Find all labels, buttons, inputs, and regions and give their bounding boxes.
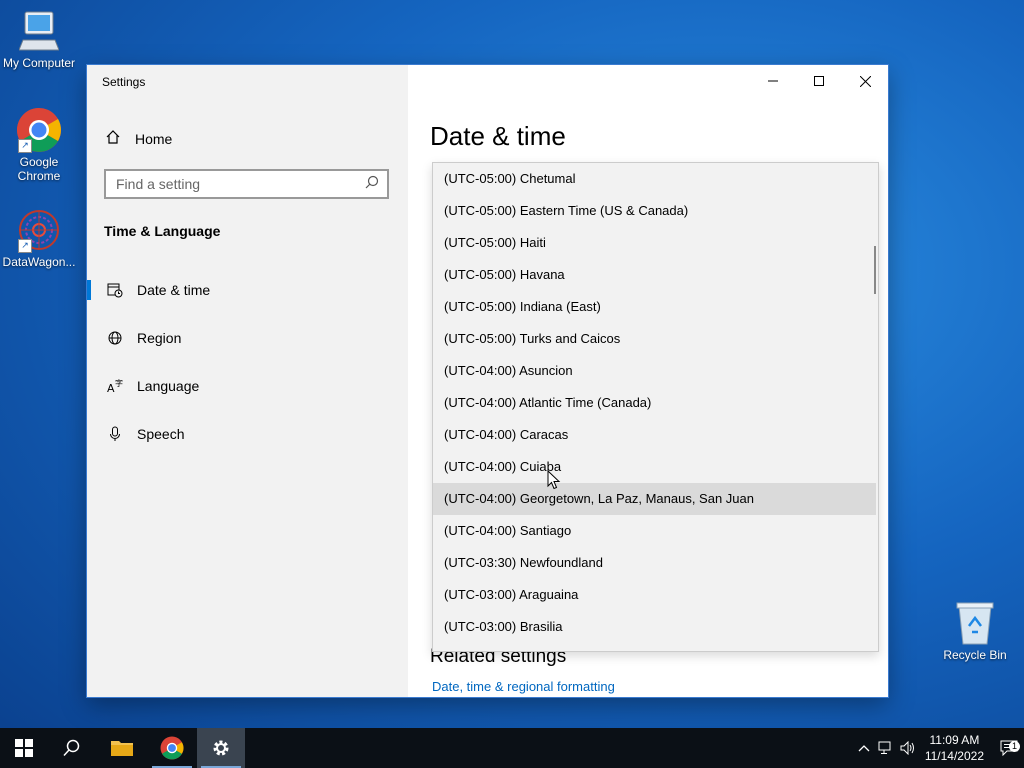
sidebar-item-home[interactable]: Home	[105, 129, 172, 148]
chrome-icon: ↗	[16, 107, 62, 153]
sidebar-item-label: Region	[137, 330, 182, 346]
sidebar-item-label: Language	[137, 378, 200, 394]
search-button[interactable]	[48, 728, 96, 768]
taskbar-settings-button[interactable]	[197, 728, 245, 768]
settings-window: Settings Home Find a setting Time & Lang…	[87, 65, 888, 697]
search-icon	[63, 739, 80, 757]
page-title: Date & time	[430, 121, 566, 151]
search-placeholder: Find a setting	[116, 176, 201, 192]
taskbar: 11:09 AM 11/14/2022 1	[0, 728, 1024, 768]
gear-icon	[213, 740, 229, 756]
network-icon[interactable]	[875, 741, 897, 755]
clock-date: 11/14/2022	[924, 749, 984, 763]
timezone-option[interactable]: (UTC-05:00) Chetumal	[433, 163, 878, 195]
dropdown-scrollbar[interactable]	[874, 246, 876, 294]
desktop-icon-my-computer[interactable]: My Computer	[0, 10, 78, 70]
section-title: Time & Language	[104, 223, 221, 239]
timezone-option[interactable]: (UTC-05:00) Havana	[433, 259, 878, 291]
folder-icon	[111, 741, 133, 756]
desktop-icon-label: DataWagon...	[2, 255, 76, 269]
timezone-option[interactable]: (UTC-03:00) Brasilia	[433, 611, 878, 643]
chrome-icon	[160, 736, 184, 760]
date-time-regional-formatting-link[interactable]: Date, time & regional formatting	[432, 679, 615, 694]
close-icon	[859, 75, 871, 87]
search-input[interactable]: Find a setting	[104, 169, 389, 199]
mouse-cursor-icon	[547, 469, 561, 495]
timezone-option[interactable]: (UTC-03:00) Araguaina	[433, 579, 878, 611]
sidebar-item-date-time[interactable]: Date & time	[87, 270, 408, 310]
timezone-option[interactable]: (UTC-04:00) Santiago	[433, 515, 878, 547]
clock-time: 11:09 AM	[929, 733, 980, 747]
timezone-dropdown-list[interactable]: (UTC-05:00) Chetumal (UTC-05:00) Eastern…	[432, 162, 879, 652]
window-title: Settings	[102, 75, 146, 89]
computer-icon	[18, 10, 60, 54]
minimize-button[interactable]	[750, 65, 796, 97]
sidebar-item-label: Speech	[137, 426, 185, 442]
show-hidden-icons-chevron-icon[interactable]	[853, 744, 875, 752]
timezone-option[interactable]: (UTC-04:00) Cuiaba	[433, 451, 878, 483]
calendar-clock-icon	[105, 282, 125, 298]
sidebar-item-label: Date & time	[137, 282, 211, 298]
close-button[interactable]	[842, 65, 888, 97]
timezone-option-highlighted[interactable]: (UTC-04:00) Georgetown, La Paz, Manaus, …	[433, 483, 876, 515]
search-icon	[365, 175, 379, 194]
system-tray: 11:09 AM 11/14/2022 1	[853, 728, 1024, 768]
recycle-bin-icon	[955, 600, 995, 646]
microphone-icon	[105, 426, 125, 442]
timezone-option[interactable]: (UTC-05:00) Indiana (East)	[433, 291, 878, 323]
taskbar-clock[interactable]: 11:09 AM 11/14/2022	[925, 732, 984, 764]
timezone-option[interactable]: (UTC-04:00) Atlantic Time (Canada)	[433, 387, 878, 419]
sidebar: Settings Home Find a setting Time & Lang…	[87, 65, 408, 697]
notification-count-badge: 1	[1009, 741, 1020, 752]
desktop-icon-recycle-bin[interactable]: Recycle Bin	[936, 600, 1014, 662]
start-button[interactable]	[0, 728, 48, 768]
timezone-option[interactable]: (UTC-05:00) Eastern Time (US & Canada)	[433, 195, 878, 227]
volume-icon[interactable]	[897, 741, 919, 755]
timezone-option[interactable]: (UTC-05:00) Turks and Caicos	[433, 323, 878, 355]
timezone-option[interactable]: (UTC-04:00) Asuncion	[433, 355, 878, 387]
language-icon: A字	[105, 378, 125, 394]
minimize-icon	[768, 80, 778, 82]
desktop-icon-label: My Computer	[2, 56, 76, 70]
windows-logo-icon	[15, 739, 33, 757]
timezone-option[interactable]: (UTC-05:00) Haiti	[433, 227, 878, 259]
maximize-button[interactable]	[796, 65, 842, 97]
window-controls	[750, 65, 888, 97]
file-explorer-button[interactable]	[98, 728, 146, 768]
home-icon	[105, 129, 121, 148]
timezone-option[interactable]: (UTC-03:30) Newfoundland	[433, 547, 878, 579]
desktop-icon-google-chrome[interactable]: ↗ Google Chrome	[0, 107, 78, 183]
taskbar-chrome-button[interactable]	[148, 728, 196, 768]
sidebar-item-region[interactable]: Region	[87, 318, 408, 358]
svg-text:A: A	[107, 382, 115, 394]
desktop-icon-label: Recycle Bin	[943, 648, 1007, 662]
desktop-icon-label: Google Chrome	[17, 155, 61, 183]
home-label: Home	[135, 130, 173, 147]
timezone-option[interactable]: (UTC-04:00) Caracas	[433, 419, 878, 451]
maximize-icon	[814, 76, 824, 86]
datawagon-icon: ↗	[16, 207, 62, 253]
globe-icon	[105, 330, 125, 346]
action-center-button[interactable]: 1	[994, 740, 1024, 756]
sidebar-item-language[interactable]: A字 Language	[87, 366, 408, 406]
desktop-icon-datawagon[interactable]: ↗ DataWagon...	[0, 207, 78, 269]
sidebar-item-speech[interactable]: Speech	[87, 414, 408, 454]
svg-text:字: 字	[115, 378, 123, 388]
